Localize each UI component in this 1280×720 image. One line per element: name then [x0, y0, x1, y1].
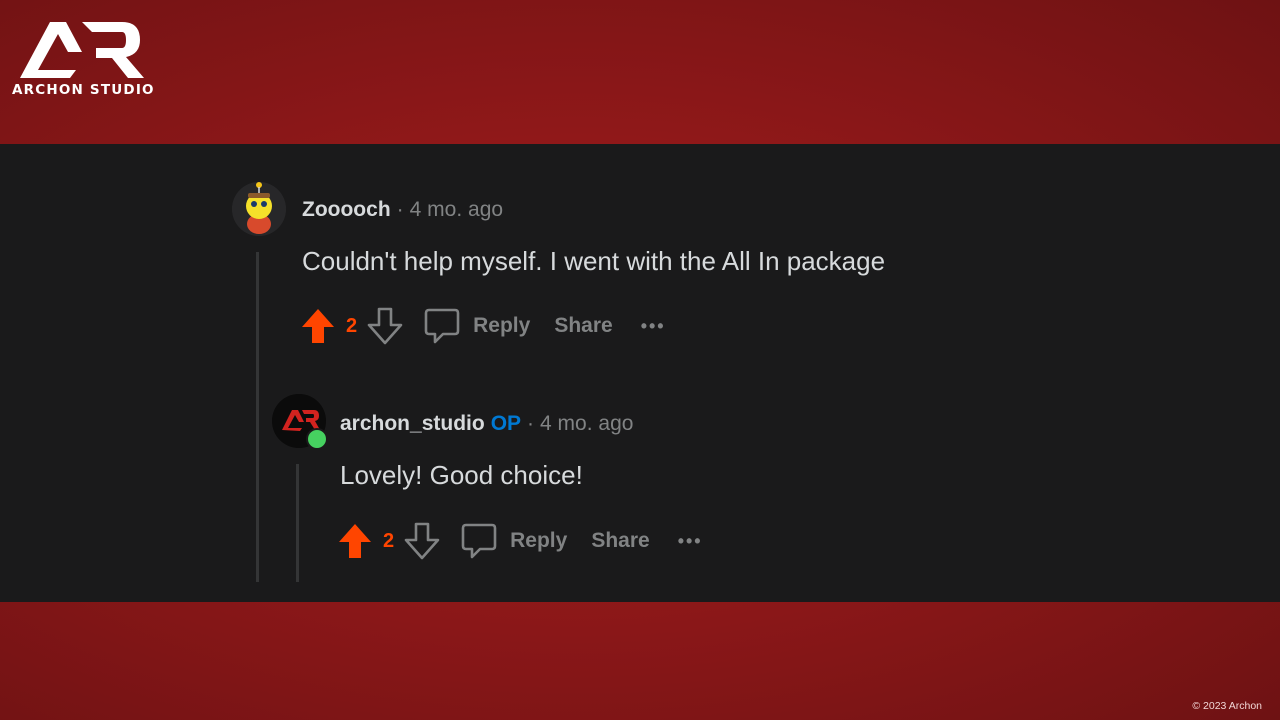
upvote-arrow-icon [302, 309, 334, 343]
thread-line[interactable] [296, 464, 299, 582]
timestamp[interactable]: 4 mo. ago [540, 412, 633, 435]
username[interactable]: Zooooch [302, 198, 391, 221]
snoo-avatar-icon [232, 182, 286, 236]
comment-actions: 2 Reply Share ••• [300, 306, 666, 346]
reply-label: Reply [473, 314, 531, 337]
separator-dot: · [396, 198, 404, 221]
avatar[interactable] [232, 182, 286, 236]
comment-body: Couldn't help myself. I went with the Al… [302, 246, 886, 276]
separator-dot: · [527, 412, 535, 435]
comment-meta: archon_studio OP · 4 mo. ago [340, 412, 633, 436]
archon-studio-logo: ARCHON STUDIO [12, 16, 162, 100]
more-options-icon[interactable]: ••• [678, 531, 703, 552]
timestamp[interactable]: 4 mo. ago [410, 198, 503, 221]
online-status-icon [306, 428, 328, 450]
thread-line[interactable] [256, 252, 259, 582]
reply-label: Reply [510, 529, 568, 552]
upvote-button[interactable] [300, 307, 336, 345]
comment-meta: Zooooch · 4 mo. ago [302, 198, 503, 222]
vote-count: 2 [383, 529, 395, 552]
copyright-notice: © 2023 Archon [1192, 700, 1262, 712]
comment-bubble-icon [461, 523, 497, 559]
upvote-arrow-icon [339, 524, 371, 558]
comment-bubble-icon [424, 308, 460, 344]
vote-count: 2 [346, 314, 358, 337]
downvote-button[interactable] [404, 522, 440, 560]
downvote-button[interactable] [367, 307, 403, 345]
username[interactable]: archon_studio [340, 412, 485, 435]
op-badge: OP [490, 412, 522, 435]
comments-panel: Zooooch · 4 mo. ago Couldn't help myself. … [0, 144, 1280, 602]
reply-button[interactable]: Reply [460, 522, 567, 560]
share-button[interactable]: Share [554, 314, 612, 338]
comment-body: Lovely! Good choice! [340, 460, 583, 490]
more-options-icon[interactable]: ••• [641, 316, 666, 337]
archon-logo-icon [20, 22, 144, 78]
share-button[interactable]: Share [591, 529, 649, 553]
upvote-button[interactable] [337, 522, 373, 560]
downvote-arrow-icon [404, 522, 440, 560]
downvote-arrow-icon [367, 307, 403, 345]
reply-button[interactable]: Reply [423, 307, 530, 345]
comment-actions: 2 Reply Share ••• [337, 521, 703, 561]
brand-name: ARCHON STUDIO [12, 82, 155, 98]
